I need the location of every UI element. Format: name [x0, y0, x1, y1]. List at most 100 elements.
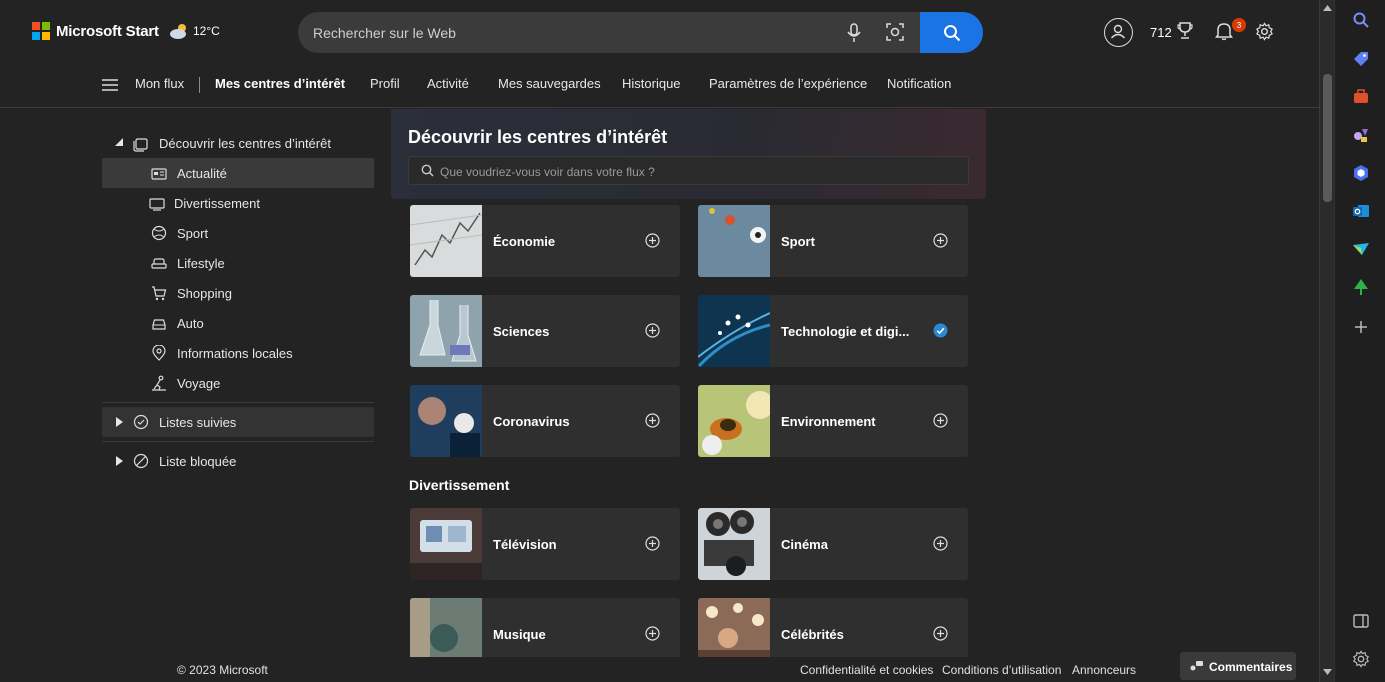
sidebar-item-informations-locales[interactable]: Informations locales [102, 338, 374, 368]
sidebar-item-divertissement[interactable]: Divertissement [102, 188, 374, 218]
microsoft-start-logo[interactable]: Microsoft Start [32, 22, 159, 40]
section-title-divertissement: Divertissement [409, 477, 510, 493]
location-pin-icon [152, 345, 166, 361]
microsoft-logo-icon [32, 22, 50, 40]
tree-icon[interactable] [1352, 278, 1370, 296]
scroll-down-icon[interactable] [1323, 669, 1332, 675]
checkmark-circle-icon[interactable] [933, 323, 948, 338]
trophy-icon[interactable] [1177, 22, 1193, 40]
interest-search-box[interactable]: Que voudriez-vous voir dans votre flux ? [408, 156, 969, 185]
thumb-image [410, 295, 482, 367]
interest-name: Télévision [493, 537, 557, 552]
add-circle-icon[interactable] [645, 233, 660, 248]
interest-card-economie[interactable]: Économie [410, 205, 680, 277]
interest-card-sciences[interactable]: Sciences [410, 295, 680, 367]
check-circle-icon [133, 414, 149, 430]
sidebar-item-shopping[interactable]: Shopping [102, 278, 374, 308]
caret-expanded-icon [115, 138, 123, 146]
thumb-image [698, 385, 770, 457]
add-circle-icon[interactable] [933, 233, 948, 248]
terms-link[interactable]: Conditions d’utilisation [942, 663, 1061, 677]
sidebar-item-sport[interactable]: Sport [102, 218, 374, 248]
caret-right-icon [116, 456, 123, 466]
search-button[interactable] [920, 12, 983, 53]
nav-mon-flux[interactable]: Mon flux [135, 76, 184, 91]
logo-text: Microsoft Start [56, 22, 159, 40]
search-icon[interactable] [1352, 11, 1370, 29]
sidebar-followed-label: Listes suivies [159, 414, 237, 430]
add-circle-icon[interactable] [645, 626, 660, 641]
outlook-icon[interactable] [1352, 202, 1370, 220]
add-circle-icon[interactable] [933, 413, 948, 428]
interest-name: Économie [493, 234, 556, 249]
visual-search-icon[interactable] [885, 22, 905, 42]
web-search-bar[interactable]: Rechercher sur le Web [298, 12, 983, 53]
interest-name: Musique [493, 627, 546, 642]
search-icon [943, 24, 960, 41]
tools-briefcase-icon[interactable] [1352, 88, 1370, 106]
account-button[interactable] [1104, 18, 1133, 47]
settings-icon[interactable] [1352, 650, 1370, 668]
sidebar-blocked-list[interactable]: Liste bloquée [102, 446, 374, 476]
sidebar-divider [102, 441, 374, 442]
sidebar-item-label: Sport [177, 225, 209, 241]
sidebar-discover-interests[interactable]: Découvrir les centres d’intérêt [102, 128, 374, 158]
shopping-tag-icon[interactable] [1352, 50, 1370, 68]
sidebar-item-lifestyle[interactable]: Lifestyle [102, 248, 374, 278]
nav-historique[interactable]: Historique [622, 76, 681, 91]
web-search-input[interactable]: Rechercher sur le Web [313, 25, 456, 41]
sidebar-item-actualite[interactable]: Actualité [102, 158, 374, 188]
interest-card-coronavirus[interactable]: Coronavirus [410, 385, 680, 457]
user-icon [1110, 24, 1126, 39]
weather-widget[interactable]: 12°C [168, 22, 220, 40]
nav-notification[interactable]: Notification [887, 76, 951, 91]
top-bar: Microsoft Start 12°C Rechercher sur le W… [0, 0, 1319, 64]
sidebar-followed-lists[interactable]: Listes suivies [102, 407, 374, 437]
scroll-up-icon[interactable] [1323, 5, 1332, 11]
add-circle-icon[interactable] [645, 536, 660, 551]
sidebar-item-auto[interactable]: Auto [102, 308, 374, 338]
add-circle-icon[interactable] [645, 323, 660, 338]
send-icon[interactable] [1352, 240, 1370, 258]
add-circle-icon[interactable] [933, 626, 948, 641]
interest-name: Technologie et digi... [781, 324, 910, 339]
gear-icon[interactable] [1255, 22, 1274, 41]
copilot-icon[interactable] [1352, 164, 1370, 182]
interest-card-sport[interactable]: Sport [698, 205, 968, 277]
page-scrollbar[interactable] [1319, 0, 1334, 682]
rewards-points[interactable]: 712 [1150, 25, 1172, 40]
scroll-thumb[interactable] [1323, 74, 1332, 202]
weather-temp: 12°C [193, 24, 220, 38]
caret-right-icon [116, 417, 123, 427]
interest-name: Célébrités [781, 627, 844, 642]
sidebar-item-voyage[interactable]: Voyage [102, 368, 374, 398]
interest-card-environnement[interactable]: Environnement [698, 385, 968, 457]
add-circle-icon[interactable] [933, 536, 948, 551]
blocked-icon [133, 453, 149, 469]
interest-card-technologie[interactable]: Technologie et digi... [698, 295, 968, 367]
feedback-icon [1190, 661, 1203, 671]
add-circle-icon[interactable] [645, 413, 660, 428]
nav-profil[interactable]: Profil [370, 76, 400, 91]
sidebar-item-label: Auto [177, 315, 204, 331]
sidebar-discover-label: Découvrir les centres d’intérêt [159, 135, 331, 151]
hamburger-menu-icon[interactable] [102, 78, 118, 92]
bell-icon[interactable] [1214, 21, 1234, 41]
sidebar-item-label: Voyage [177, 375, 221, 391]
interest-card-television[interactable]: Télévision [410, 508, 680, 580]
nav-mes-centres-interet[interactable]: Mes centres d’intérêt [215, 76, 345, 91]
microphone-icon[interactable] [846, 23, 862, 43]
nav-parametres-experience[interactable]: Paramètres de l’expérience [709, 76, 867, 91]
hide-sidebar-icon[interactable] [1352, 612, 1370, 630]
feedback-button[interactable]: Commentaires [1180, 652, 1296, 680]
interest-search-input[interactable]: Que voudriez-vous voir dans votre flux ? [440, 165, 655, 179]
add-icon[interactable] [1352, 318, 1370, 336]
interest-card-cinema[interactable]: Cinéma [698, 508, 968, 580]
privacy-link[interactable]: Confidentialité et cookies [800, 663, 933, 677]
nav-activite[interactable]: Activité [427, 76, 469, 91]
games-icon[interactable] [1352, 126, 1370, 144]
nav-mes-sauvegardes[interactable]: Mes sauvegardes [498, 76, 601, 91]
notification-badge: 3 [1232, 18, 1246, 32]
advertisers-link[interactable]: Annonceurs [1072, 663, 1136, 677]
copyright: © 2023 Microsoft [177, 663, 268, 677]
